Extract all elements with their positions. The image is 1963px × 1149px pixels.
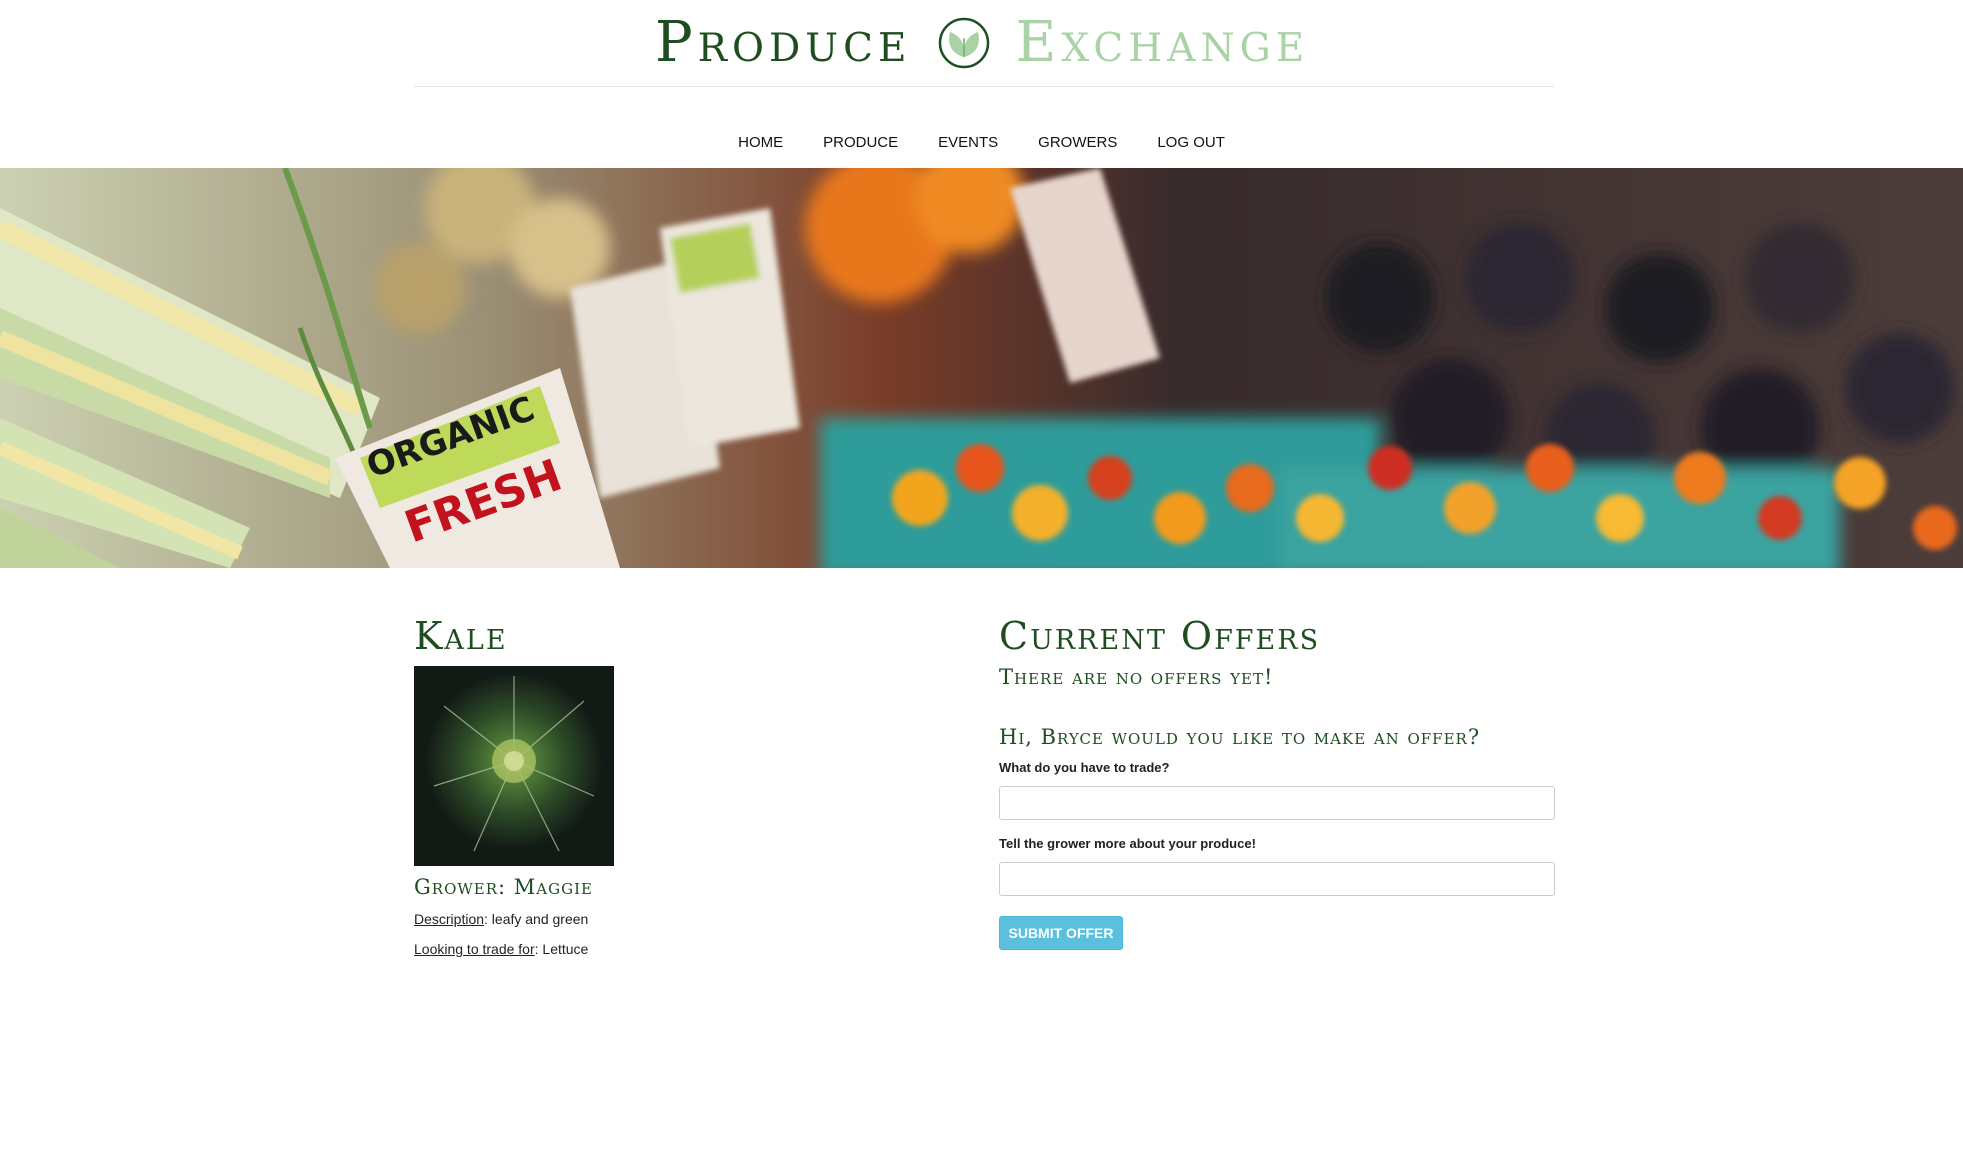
nav-events[interactable]: EVENTS (938, 128, 998, 158)
offer-prompt: Hi, Bryce would you like to make an offe… (999, 725, 1481, 749)
farmers-market-illustration: ORGANIC FRESH (0, 168, 1963, 568)
trade-wanted: Looking to trade for: Lettuce (414, 938, 934, 960)
hero-banner-image: ORGANIC FRESH (0, 168, 1963, 568)
submit-offer-button[interactable]: SUBMIT OFFER (999, 916, 1123, 950)
trade-item-label: What do you have to trade? (999, 760, 1170, 775)
nav-home[interactable]: HOME (738, 128, 783, 158)
offer-form: What do you have to trade? Tell the grow… (999, 758, 1555, 950)
offers-title: Current Offers (999, 614, 1321, 658)
site-header: Produce Exchange HOME PRODUCE EVENTS GRO… (0, 0, 1963, 168)
site-logo[interactable]: Produce Exchange (655, 8, 1309, 78)
produce-details-label: Tell the grower more about your produce! (999, 836, 1256, 851)
trade-label: Looking to trade for (414, 941, 535, 957)
product-details: Kale Grower: Maggie Description: leafy a… (414, 616, 934, 960)
no-offers-message: There are no offers yet! (999, 665, 1274, 689)
product-title: Kale (414, 614, 508, 658)
offers-panel: Current Offers There are no offers yet! … (999, 616, 1555, 950)
product-description: Description: leafy and green (414, 908, 934, 930)
nav-growers[interactable]: GROWERS (1038, 128, 1117, 158)
nav-log-out[interactable]: LOG OUT (1157, 128, 1225, 158)
header-divider (414, 86, 1554, 87)
logo-word-exchange: Exchange (1015, 10, 1310, 75)
kale-photo (414, 666, 614, 866)
grower-name: Grower: Maggie (414, 875, 593, 899)
trade-item-input[interactable] (999, 786, 1555, 820)
description-value: : leafy and green (484, 911, 589, 927)
produce-details-input[interactable] (999, 862, 1555, 896)
leaf-logo-icon (939, 17, 990, 69)
product-image (414, 666, 614, 866)
main-nav: HOME PRODUCE EVENTS GROWERS LOG OUT (0, 128, 1963, 158)
description-label: Description (414, 911, 485, 927)
trade-value: : Lettuce (534, 941, 589, 957)
logo-word-produce: Produce (655, 10, 912, 75)
nav-produce[interactable]: PRODUCE (823, 128, 898, 158)
